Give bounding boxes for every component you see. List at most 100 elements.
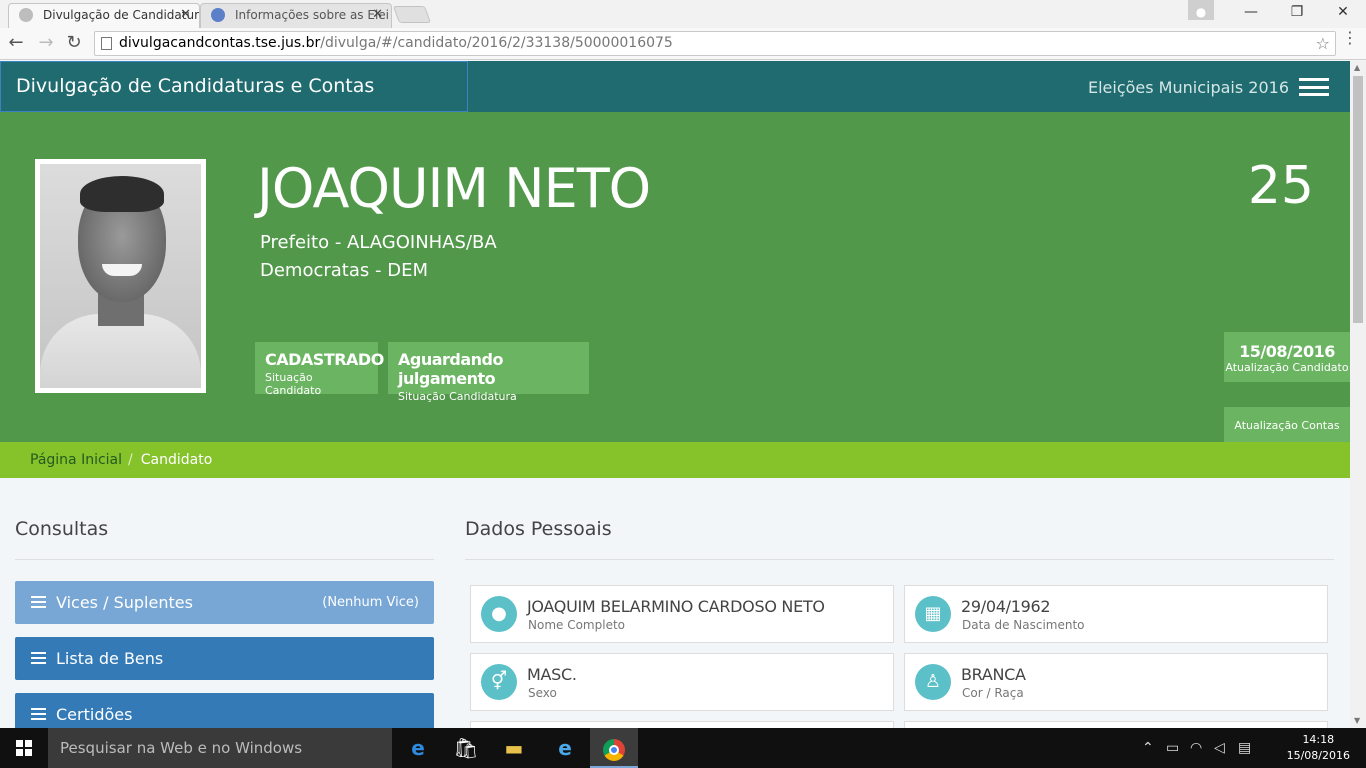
scroll-down-icon[interactable]: ▼ bbox=[1354, 716, 1360, 725]
breadcrumb-separator: / bbox=[128, 452, 133, 468]
chevron-up-icon[interactable]: ⌃ bbox=[1142, 740, 1154, 756]
taskbar-search-box[interactable]: Pesquisar na Web e no Windows bbox=[48, 728, 392, 768]
url-domain: divulgacandcontas.tse.jus.br bbox=[119, 35, 321, 51]
scrollbar-thumb[interactable] bbox=[1353, 76, 1363, 323]
edge-browser-icon[interactable]: e bbox=[394, 728, 442, 768]
info-label: Nome Completo bbox=[528, 618, 625, 632]
volume-icon[interactable]: ◁ bbox=[1214, 740, 1225, 756]
browser-tab-inactive[interactable]: Informações sobre as Elei ✕ bbox=[200, 3, 392, 28]
info-value: 29/04/1962 bbox=[961, 597, 1051, 616]
taskbar-clock[interactable]: 14:18 15/08/2016 bbox=[1287, 732, 1350, 764]
bookmark-star-icon[interactable]: ☆ bbox=[1316, 32, 1330, 55]
dados-pessoais-title: Dados Pessoais bbox=[465, 518, 612, 540]
system-tray: ⌃ ▭ ◠ ◁ ▤ 14:18 15/08/2016 bbox=[1136, 728, 1366, 768]
store-icon[interactable]: 🛍 bbox=[442, 728, 490, 768]
divider bbox=[465, 559, 1334, 560]
candidate-party: Democratas - DEM bbox=[260, 260, 428, 281]
list-icon bbox=[31, 652, 46, 664]
notifications-icon[interactable]: ▤ bbox=[1238, 740, 1251, 756]
status-candidate-badge: CADASTRADO Situação Candidato bbox=[255, 342, 384, 397]
info-card-full-name: ● JOAQUIM BELARMINO CARDOSO NETO Nome Co… bbox=[470, 585, 894, 643]
update-label: Atualização Contas bbox=[1234, 419, 1340, 432]
clock-date: 15/08/2016 bbox=[1286, 749, 1350, 762]
back-arrow-icon[interactable]: ← bbox=[4, 32, 28, 56]
site-header: Divulgação de Candidaturas e Contas Elei… bbox=[0, 61, 1350, 145]
tab-close-icon[interactable]: ✕ bbox=[180, 4, 191, 26]
restore-icon[interactable]: ❐ bbox=[1274, 0, 1320, 24]
site-brand[interactable]: Divulgação de Candidaturas e Contas Elei… bbox=[0, 61, 468, 145]
gender-icon: ⚥ bbox=[481, 664, 517, 700]
tab-title: Informações sobre as Elei bbox=[235, 8, 389, 22]
info-card-birth-date: ▦ 29/04/1962 Data de Nascimento bbox=[904, 585, 1328, 643]
minimize-icon[interactable]: — bbox=[1228, 0, 1274, 24]
lista-de-bens-button[interactable]: Lista de Bens bbox=[15, 637, 434, 680]
vices-suplentes-button[interactable]: Vices / Suplentes (Nenhum Vice) bbox=[15, 581, 434, 624]
election-label[interactable]: Eleições Municipais 2016 bbox=[1088, 61, 1289, 112]
list-icon bbox=[31, 708, 46, 720]
info-value: JOAQUIM BELARMINO CARDOSO NETO bbox=[527, 597, 825, 616]
windows-logo-icon bbox=[16, 740, 32, 756]
list-icon bbox=[31, 596, 46, 608]
site-favicon-icon bbox=[19, 8, 33, 22]
candidate-office: Prefeito - ALAGOINHAS/BA bbox=[260, 232, 497, 253]
info-value: BRANCA bbox=[961, 665, 1026, 684]
chrome-icon[interactable] bbox=[590, 728, 638, 768]
info-card-race: ♙ BRANCA Cor / Raça bbox=[904, 653, 1328, 711]
candidate-name: JOAQUIM NETO bbox=[257, 157, 651, 220]
update-candidate-badge: 15/08/2016 Atualização Candidato bbox=[1224, 332, 1350, 382]
windows-taskbar: Pesquisar na Web e no Windows e 🛍 ▬ e ⌃ … bbox=[0, 728, 1366, 768]
forward-arrow-icon[interactable]: → bbox=[34, 32, 58, 56]
status-candidacy-badge: Aguardando julgamento Situação Candidatu… bbox=[388, 342, 589, 403]
info-label: Data de Nascimento bbox=[962, 618, 1085, 632]
start-button[interactable] bbox=[0, 728, 48, 768]
tab-title: Divulgação de Candidatur bbox=[43, 8, 200, 22]
breadcrumb-home-link[interactable]: Página Inicial bbox=[30, 452, 122, 468]
update-accounts-badge[interactable]: Atualização Contas bbox=[1224, 407, 1350, 442]
info-label: Cor / Raça bbox=[962, 686, 1024, 700]
file-explorer-icon[interactable]: ▬ bbox=[490, 728, 538, 768]
internet-explorer-icon[interactable]: e bbox=[541, 728, 589, 768]
update-label: Atualização Candidato bbox=[1225, 361, 1349, 374]
url-path: /divulga/#/candidato/2016/2/33138/500000… bbox=[320, 35, 673, 51]
vice-count-label: (Nenhum Vice) bbox=[322, 595, 419, 610]
candidate-hero: JOAQUIM NETO Prefeito - ALAGOINHAS/BA De… bbox=[0, 112, 1350, 442]
candidate-photo bbox=[35, 159, 206, 393]
person-icon: ♙ bbox=[915, 664, 951, 700]
close-window-icon[interactable]: ✕ bbox=[1320, 0, 1366, 24]
address-bar[interactable]: divulgacandcontas.tse.jus.br/divulga/#/c… bbox=[94, 31, 1336, 56]
wifi-icon[interactable]: ◠ bbox=[1190, 740, 1202, 756]
button-label: Certidões bbox=[56, 705, 133, 724]
new-tab-button[interactable] bbox=[392, 6, 432, 23]
status-label: Situação Candidatura bbox=[398, 390, 517, 403]
status-value: Aguardando julgamento bbox=[398, 350, 504, 388]
user-profile-icon[interactable]: ● bbox=[1188, 0, 1214, 20]
breadcrumb-current: Candidato bbox=[140, 452, 213, 468]
page-icon bbox=[101, 37, 112, 50]
user-icon: ● bbox=[481, 596, 517, 632]
hamburger-menu-icon[interactable] bbox=[1299, 78, 1329, 96]
page-scrollbar[interactable]: ▲ ▼ bbox=[1350, 61, 1366, 727]
browser-tab-bar: Divulgação de Candidatur ✕ Informações s… bbox=[0, 0, 1366, 28]
calendar-icon: ▦ bbox=[915, 596, 951, 632]
info-value: MASC. bbox=[527, 665, 577, 684]
candidate-number: 25 bbox=[1247, 156, 1314, 216]
site-favicon-icon bbox=[211, 8, 225, 22]
window-controls: ● — ❐ ✕ bbox=[1188, 0, 1366, 24]
scroll-up-icon[interactable]: ▲ bbox=[1354, 63, 1360, 72]
browser-toolbar: ← → ↻ divulgacandcontas.tse.jus.br/divul… bbox=[0, 28, 1366, 60]
status-label: Situação Candidato bbox=[265, 371, 322, 397]
button-label: Vices / Suplentes bbox=[56, 593, 193, 612]
browser-tab-active[interactable]: Divulgação de Candidatur ✕ bbox=[8, 3, 200, 28]
info-card-sex: ⚥ MASC. Sexo bbox=[470, 653, 894, 711]
divider bbox=[15, 559, 434, 560]
reload-icon[interactable]: ↻ bbox=[62, 32, 86, 56]
battery-icon[interactable]: ▭ bbox=[1166, 740, 1179, 756]
status-value: CADASTRADO bbox=[265, 350, 384, 369]
tab-close-icon[interactable]: ✕ bbox=[372, 4, 383, 26]
update-date: 15/08/2016 bbox=[1239, 342, 1335, 361]
consultas-title: Consultas bbox=[15, 518, 109, 540]
clock-time: 14:18 bbox=[1302, 733, 1335, 746]
info-label: Sexo bbox=[528, 686, 557, 700]
breadcrumb: Página Inicial / Candidato bbox=[0, 442, 1350, 478]
browser-menu-icon[interactable]: ⋮ bbox=[1342, 30, 1358, 46]
